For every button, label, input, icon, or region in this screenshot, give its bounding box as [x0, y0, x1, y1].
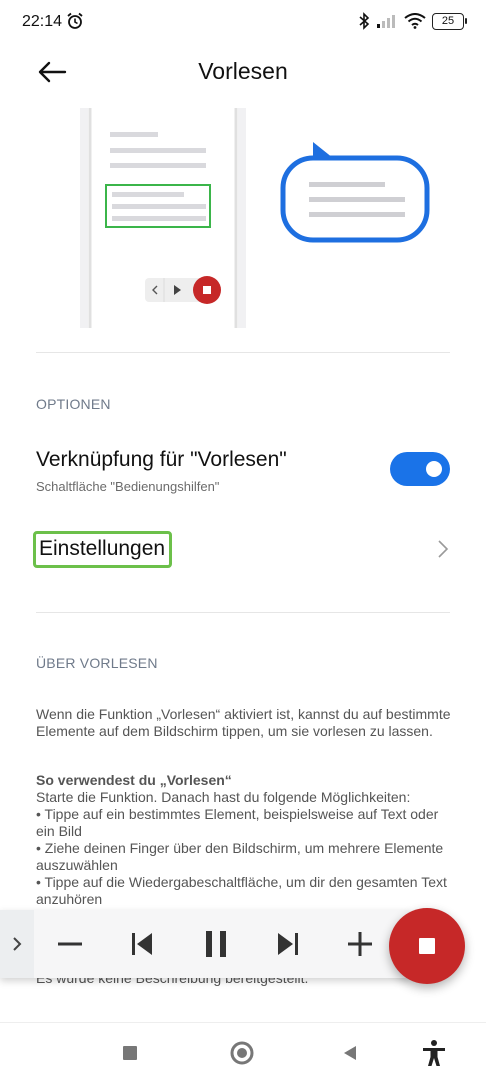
circle-icon [230, 1041, 254, 1065]
back-nav-button[interactable] [332, 1035, 368, 1071]
accessibility-icon [423, 1040, 445, 1066]
bluetooth-icon [359, 12, 370, 30]
minus-icon [58, 942, 82, 946]
about-intro: Wenn die Funktion „Vorlesen“ aktiviert i… [36, 706, 451, 739]
settings-label: Einstellungen [33, 531, 173, 568]
skip-next-icon [278, 933, 298, 955]
stop-button[interactable] [389, 908, 465, 984]
chevron-right-icon [13, 937, 22, 951]
home-button[interactable] [224, 1035, 260, 1071]
plus-icon [348, 932, 372, 956]
howto-line: Starte die Funktion. Danach hast du folg… [36, 789, 411, 805]
alarm-clock-icon [67, 12, 83, 29]
about-howto: So verwendest du „Vorlesen“ Starte die F… [36, 772, 456, 908]
select-to-speak-player [0, 910, 410, 978]
shortcut-title: Verknüpfung für "Vorlesen" [36, 448, 287, 471]
square-icon [123, 1046, 137, 1060]
shortcut-toggle[interactable] [390, 452, 450, 486]
howto-line: • Ziehe deinen Finger über den Bildschir… [36, 840, 444, 873]
shortcut-subtitle: Schaltfläche "Bedienungshilfen" [36, 479, 220, 494]
next-button[interactable] [268, 924, 308, 964]
chevron-right-icon [438, 540, 449, 558]
skip-previous-icon [132, 933, 152, 955]
app-bar: Vorlesen [0, 46, 486, 100]
howto-title: So verwendest du „Vorlesen“ [36, 772, 232, 788]
pause-icon [206, 931, 226, 957]
previous-button[interactable] [122, 924, 162, 964]
increase-speed-button[interactable] [340, 924, 380, 964]
status-bar: 22:14 25 [0, 0, 486, 46]
pause-button[interactable] [196, 924, 236, 964]
divider [36, 352, 450, 353]
player-collapse-button[interactable] [0, 910, 34, 978]
divider [36, 612, 450, 613]
system-nav-bar [0, 1022, 486, 1081]
status-icons: 25 [358, 12, 467, 30]
howto-line: • Tippe auf ein bestimmtes Element, beis… [36, 806, 439, 839]
toggle-knob [426, 461, 442, 477]
shortcut-setting-row[interactable]: Verknüpfung für "Vorlesen" Schaltfläche … [0, 436, 486, 508]
select-to-speak-illustration [80, 108, 430, 328]
decrease-speed-button[interactable] [50, 924, 90, 964]
battery-level: 25 [441, 15, 455, 27]
accessibility-button[interactable] [416, 1035, 452, 1071]
settings-row[interactable]: Einstellungen [0, 520, 486, 580]
page-title: Vorlesen [198, 58, 288, 84]
status-time: 22:14 [22, 13, 63, 30]
options-section-header: OPTIONEN [36, 396, 111, 412]
howto-line: • Tippe auf die Wiedergabeschaltfläche, … [36, 874, 447, 907]
about-section-header: ÜBER VORLESEN [36, 655, 158, 671]
recents-button[interactable] [112, 1035, 148, 1071]
stop-icon [419, 938, 435, 954]
wifi-icon [404, 13, 426, 29]
battery-icon: 25 [432, 12, 467, 30]
signal-icon [377, 15, 395, 28]
triangle-back-icon [344, 1046, 356, 1060]
